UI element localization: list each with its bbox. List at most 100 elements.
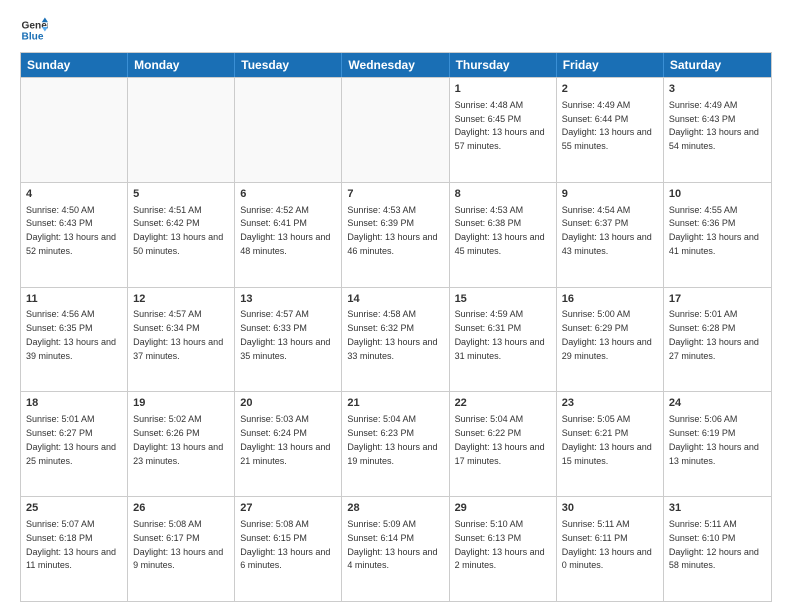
day-number: 14 — [347, 292, 443, 307]
cell-info: Sunrise: 5:09 AMSunset: 6:14 PMDaylight:… — [347, 519, 437, 570]
cell-info: Sunrise: 5:03 AMSunset: 6:24 PMDaylight:… — [240, 414, 330, 465]
calendar-cell-21: 21 Sunrise: 5:04 AMSunset: 6:23 PMDayligh… — [342, 392, 449, 496]
cell-info: Sunrise: 4:57 AMSunset: 6:34 PMDaylight:… — [133, 309, 223, 360]
calendar-cell-31: 31Sunrise: 5:11 AMSunset: 6:10 PMDayligh… — [664, 497, 771, 601]
calendar-cell-22: 22 Sunrise: 5:04 AMSunset: 6:22 PMDayligh… — [450, 392, 557, 496]
cell-info: Sunrise: 5:08 AMSunset: 6:15 PMDaylight:… — [240, 519, 330, 570]
calendar-cell-empty-0-1 — [128, 78, 235, 182]
cell-info: Sunrise: 5:11 AMSunset: 6:10 PMDaylight:… — [669, 519, 759, 570]
cell-info: Sunrise: 5:11 AMSunset: 6:11 PMDaylight:… — [562, 519, 652, 570]
day-number: 30 — [562, 501, 658, 516]
cell-info: Sunrise: 4:51 AMSunset: 6:42 PMDaylight:… — [133, 205, 223, 256]
day-number: 24 — [669, 396, 766, 411]
calendar-row-4: 18Sunrise: 5:01 AMSunset: 6:27 PMDayligh… — [21, 391, 771, 496]
calendar-row-1: 1 Sunrise: 4:48 AMSunset: 6:45 PMDaylight… — [21, 77, 771, 182]
calendar-cell-25: 25Sunrise: 5:07 AMSunset: 6:18 PMDayligh… — [21, 497, 128, 601]
day-number: 16 — [562, 292, 658, 307]
day-number: 20 — [240, 396, 336, 411]
calendar-cell-12: 12 Sunrise: 4:57 AMSunset: 6:34 PMDayligh… — [128, 288, 235, 392]
cell-info: Sunrise: 5:00 AMSunset: 6:29 PMDaylight:… — [562, 309, 652, 360]
calendar-cell-empty-0-0 — [21, 78, 128, 182]
calendar-cell-9: 9 Sunrise: 4:54 AMSunset: 6:37 PMDaylight… — [557, 183, 664, 287]
calendar-cell-26: 26 Sunrise: 5:08 AMSunset: 6:17 PMDayligh… — [128, 497, 235, 601]
cell-info: Sunrise: 4:58 AMSunset: 6:32 PMDaylight:… — [347, 309, 437, 360]
cell-info: Sunrise: 5:01 AMSunset: 6:28 PMDaylight:… — [669, 309, 759, 360]
calendar-cell-30: 30 Sunrise: 5:11 AMSunset: 6:11 PMDayligh… — [557, 497, 664, 601]
cell-info: Sunrise: 4:53 AMSunset: 6:39 PMDaylight:… — [347, 205, 437, 256]
cell-info: Sunrise: 5:05 AMSunset: 6:21 PMDaylight:… — [562, 414, 652, 465]
calendar-cell-10: 10 Sunrise: 4:55 AMSunset: 6:36 PMDayligh… — [664, 183, 771, 287]
weekday-header-tuesday: Tuesday — [235, 53, 342, 77]
day-number: 13 — [240, 292, 336, 307]
day-number: 19 — [133, 396, 229, 411]
day-number: 21 — [347, 396, 443, 411]
cell-info: Sunrise: 5:04 AMSunset: 6:23 PMDaylight:… — [347, 414, 437, 465]
weekday-header-saturday: Saturday — [664, 53, 771, 77]
calendar-row-5: 25Sunrise: 5:07 AMSunset: 6:18 PMDayligh… — [21, 496, 771, 601]
cell-info: Sunrise: 4:54 AMSunset: 6:37 PMDaylight:… — [562, 205, 652, 256]
calendar-cell-empty-0-2 — [235, 78, 342, 182]
calendar-cell-8: 8 Sunrise: 4:53 AMSunset: 6:38 PMDaylight… — [450, 183, 557, 287]
cell-info: Sunrise: 4:57 AMSunset: 6:33 PMDaylight:… — [240, 309, 330, 360]
day-number: 12 — [133, 292, 229, 307]
day-number: 3 — [669, 82, 766, 97]
cell-info: Sunrise: 5:02 AMSunset: 6:26 PMDaylight:… — [133, 414, 223, 465]
day-number: 10 — [669, 187, 766, 202]
day-number: 15 — [455, 292, 551, 307]
calendar-row-3: 11 Sunrise: 4:56 AMSunset: 6:35 PMDayligh… — [21, 287, 771, 392]
cell-info: Sunrise: 5:04 AMSunset: 6:22 PMDaylight:… — [455, 414, 545, 465]
day-number: 28 — [347, 501, 443, 516]
weekday-header-thursday: Thursday — [450, 53, 557, 77]
day-number: 27 — [240, 501, 336, 516]
cell-info: Sunrise: 5:06 AMSunset: 6:19 PMDaylight:… — [669, 414, 759, 465]
page-header: General Blue — [20, 16, 772, 44]
day-number: 4 — [26, 187, 122, 202]
day-number: 1 — [455, 82, 551, 97]
calendar-cell-29: 29 Sunrise: 5:10 AMSunset: 6:13 PMDayligh… — [450, 497, 557, 601]
calendar-row-2: 4 Sunrise: 4:50 AMSunset: 6:43 PMDaylight… — [21, 182, 771, 287]
svg-text:Blue: Blue — [22, 31, 44, 42]
day-number: 29 — [455, 501, 551, 516]
cell-info: Sunrise: 4:50 AMSunset: 6:43 PMDaylight:… — [26, 205, 116, 256]
day-number: 11 — [26, 292, 122, 307]
calendar-body: 1 Sunrise: 4:48 AMSunset: 6:45 PMDaylight… — [21, 77, 771, 601]
calendar-cell-13: 13 Sunrise: 4:57 AMSunset: 6:33 PMDayligh… — [235, 288, 342, 392]
calendar-header: SundayMondayTuesdayWednesdayThursdayFrid… — [21, 53, 771, 77]
calendar-cell-5: 5 Sunrise: 4:51 AMSunset: 6:42 PMDaylight… — [128, 183, 235, 287]
calendar-cell-23: 23 Sunrise: 5:05 AMSunset: 6:21 PMDayligh… — [557, 392, 664, 496]
cell-info: Sunrise: 4:55 AMSunset: 6:36 PMDaylight:… — [669, 205, 759, 256]
weekday-header-monday: Monday — [128, 53, 235, 77]
cell-info: Sunrise: 5:08 AMSunset: 6:17 PMDaylight:… — [133, 519, 223, 570]
calendar-cell-6: 6Sunrise: 4:52 AMSunset: 6:41 PMDaylight… — [235, 183, 342, 287]
day-number: 26 — [133, 501, 229, 516]
cell-info: Sunrise: 5:10 AMSunset: 6:13 PMDaylight:… — [455, 519, 545, 570]
cell-info: Sunrise: 5:01 AMSunset: 6:27 PMDaylight:… — [26, 414, 116, 465]
day-number: 22 — [455, 396, 551, 411]
calendar-cell-4: 4 Sunrise: 4:50 AMSunset: 6:43 PMDaylight… — [21, 183, 128, 287]
day-number: 6 — [240, 187, 336, 202]
calendar-cell-2: 2Sunrise: 4:49 AMSunset: 6:44 PMDaylight… — [557, 78, 664, 182]
weekday-header-sunday: Sunday — [21, 53, 128, 77]
calendar-cell-27: 27 Sunrise: 5:08 AMSunset: 6:15 PMDayligh… — [235, 497, 342, 601]
calendar-cell-15: 15 Sunrise: 4:59 AMSunset: 6:31 PMDayligh… — [450, 288, 557, 392]
calendar-cell-1: 1 Sunrise: 4:48 AMSunset: 6:45 PMDaylight… — [450, 78, 557, 182]
calendar-cell-19: 19 Sunrise: 5:02 AMSunset: 6:26 PMDayligh… — [128, 392, 235, 496]
day-number: 7 — [347, 187, 443, 202]
day-number: 9 — [562, 187, 658, 202]
cell-info: Sunrise: 4:53 AMSunset: 6:38 PMDaylight:… — [455, 205, 545, 256]
calendar-cell-17: 17Sunrise: 5:01 AMSunset: 6:28 PMDayligh… — [664, 288, 771, 392]
calendar-cell-7: 7 Sunrise: 4:53 AMSunset: 6:39 PMDaylight… — [342, 183, 449, 287]
cell-info: Sunrise: 4:59 AMSunset: 6:31 PMDaylight:… — [455, 309, 545, 360]
calendar-cell-empty-0-3 — [342, 78, 449, 182]
day-number: 23 — [562, 396, 658, 411]
day-number: 5 — [133, 187, 229, 202]
calendar-cell-20: 20 Sunrise: 5:03 AMSunset: 6:24 PMDayligh… — [235, 392, 342, 496]
calendar-cell-11: 11 Sunrise: 4:56 AMSunset: 6:35 PMDayligh… — [21, 288, 128, 392]
day-number: 8 — [455, 187, 551, 202]
cell-info: Sunrise: 4:56 AMSunset: 6:35 PMDaylight:… — [26, 309, 116, 360]
weekday-header-friday: Friday — [557, 53, 664, 77]
cell-info: Sunrise: 5:07 AMSunset: 6:18 PMDaylight:… — [26, 519, 116, 570]
cell-info: Sunrise: 4:49 AMSunset: 6:44 PMDaylight:… — [562, 100, 652, 151]
cell-info: Sunrise: 4:48 AMSunset: 6:45 PMDaylight:… — [455, 100, 545, 151]
calendar-cell-16: 16 Sunrise: 5:00 AMSunset: 6:29 PMDayligh… — [557, 288, 664, 392]
